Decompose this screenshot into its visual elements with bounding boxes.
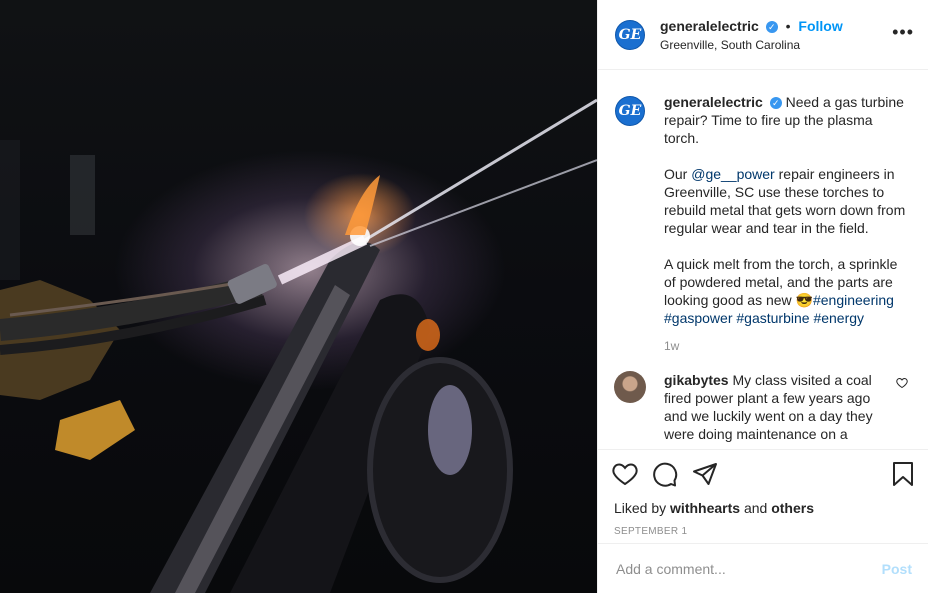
comment-like-heart-icon[interactable] bbox=[896, 377, 908, 389]
heart-icon[interactable] bbox=[612, 462, 638, 486]
likes-prefix: Liked by bbox=[614, 500, 671, 516]
post-dialog: GE generalelectric ✓ • Follow Greenville… bbox=[0, 0, 928, 593]
comments-list: GE generalelectric ✓ Need a gas turbine … bbox=[598, 71, 928, 449]
post-date[interactable]: SEPTEMBER 1 bbox=[598, 516, 928, 537]
paper-plane-icon[interactable] bbox=[692, 462, 718, 486]
commenter-avatar[interactable] bbox=[614, 371, 646, 403]
comment-input[interactable] bbox=[614, 559, 882, 578]
follow-button[interactable]: Follow bbox=[798, 18, 842, 34]
comment-text: gikabytes My class visited a coal fired … bbox=[664, 371, 884, 443]
more-options-icon[interactable]: ••• bbox=[892, 22, 914, 43]
post-actions: Liked by withhearts and others SEPTEMBER… bbox=[598, 449, 928, 537]
others-link[interactable]: others bbox=[771, 500, 814, 516]
post-image[interactable] bbox=[0, 0, 597, 593]
comment-bubble-icon[interactable] bbox=[652, 461, 678, 487]
plasma-torch-photo bbox=[0, 98, 597, 593]
caption-text: generalelectric ✓ Need a gas turbine rep… bbox=[664, 93, 908, 355]
liker-link[interactable]: withhearts bbox=[670, 500, 740, 516]
comment-username[interactable]: gikabytes bbox=[664, 372, 729, 388]
location-link[interactable]: Greenville, South Carolina bbox=[660, 38, 843, 52]
separator-dot: • bbox=[785, 17, 791, 34]
verified-badge-icon: ✓ bbox=[769, 97, 782, 110]
post-header: GE generalelectric ✓ • Follow Greenville… bbox=[598, 0, 928, 70]
likes-summary: Liked by withhearts and others bbox=[598, 488, 928, 516]
comment-item: gikabytes My class visited a coal fired … bbox=[598, 355, 928, 443]
hashtag-link[interactable]: #energy bbox=[813, 310, 864, 326]
post-author: generalelectric ✓ • Follow Greenville, S… bbox=[660, 18, 843, 52]
ge-logo-icon: GE bbox=[615, 19, 645, 50]
post-sidebar: GE generalelectric ✓ • Follow Greenville… bbox=[597, 0, 928, 593]
hashtag-link[interactable]: #engineering bbox=[813, 292, 894, 308]
add-comment-bar: Post bbox=[598, 543, 928, 593]
username-link[interactable]: generalelectric bbox=[660, 18, 759, 34]
bookmark-icon[interactable] bbox=[892, 461, 914, 487]
post-comment-button[interactable]: Post bbox=[882, 561, 912, 577]
caption-timestamp[interactable]: 1w bbox=[664, 337, 908, 355]
ge-logo-icon: GE bbox=[615, 96, 645, 126]
likes-mid: and bbox=[740, 500, 772, 516]
caption: GE generalelectric ✓ Need a gas turbine … bbox=[598, 71, 928, 355]
verified-badge-icon: ✓ bbox=[765, 20, 778, 33]
action-icons bbox=[598, 450, 928, 488]
hashtag-link[interactable]: #gasturbine bbox=[736, 310, 809, 326]
mention-link[interactable]: @ge__power bbox=[691, 166, 775, 182]
avatar[interactable]: GE bbox=[614, 18, 646, 51]
caption-p2-prefix: Our bbox=[664, 166, 692, 182]
caption-username[interactable]: generalelectric bbox=[664, 94, 763, 110]
caption-avatar[interactable]: GE bbox=[614, 95, 646, 127]
hashtag-link[interactable]: #gaspower bbox=[664, 310, 733, 326]
